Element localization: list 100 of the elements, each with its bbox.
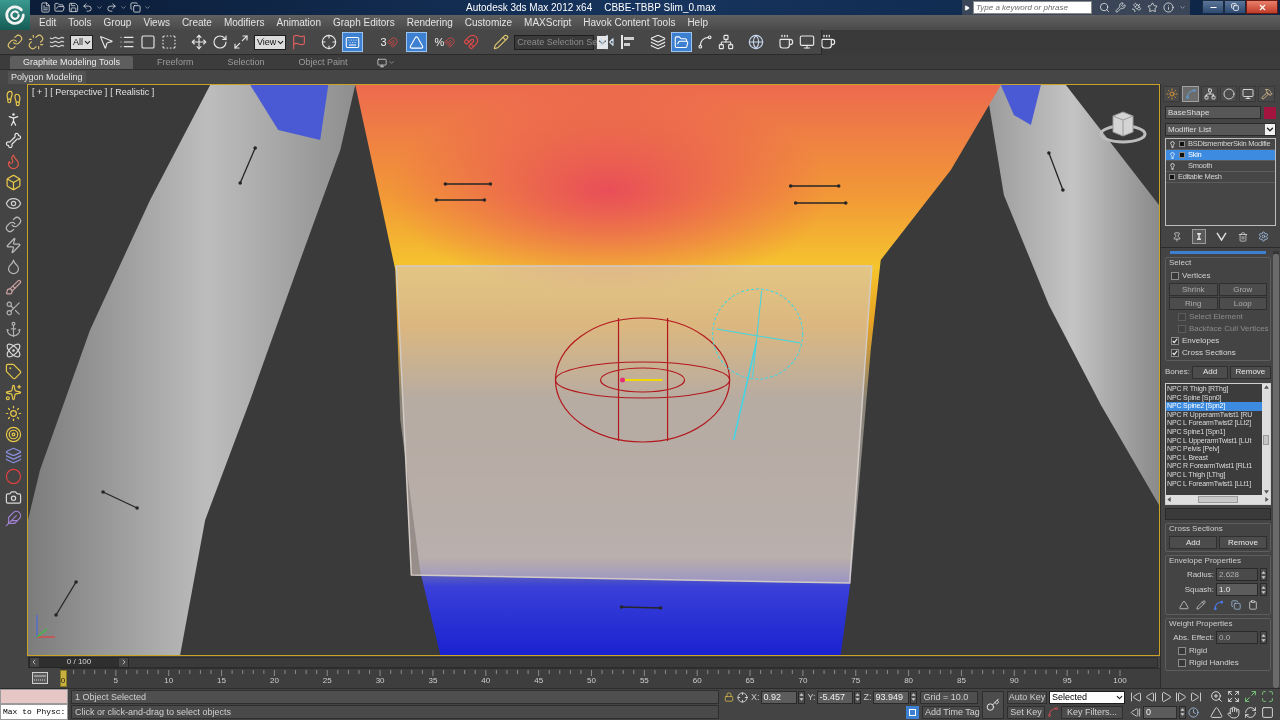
scroll-down-arrow-icon[interactable]: [1263, 490, 1269, 494]
wrench-icon[interactable]: [1115, 2, 1126, 13]
monitor-icon[interactable]: [799, 34, 816, 50]
z-coordinate-field[interactable]: 93.949: [872, 690, 909, 704]
light-bulb-icon[interactable]: [1169, 140, 1176, 148]
link-icon[interactable]: [5, 216, 22, 233]
add-cross-section-button[interactable]: Add: [1169, 536, 1217, 549]
spinner-control[interactable]: [1260, 583, 1267, 596]
triangle-icon[interactable]: [1210, 706, 1223, 719]
skip-forward-icon[interactable]: [1190, 690, 1202, 703]
atom-icon[interactable]: [5, 342, 22, 359]
checkbox[interactable]: [1178, 647, 1186, 655]
light-bulb-icon[interactable]: [1169, 162, 1176, 170]
menu-item[interactable]: Create: [175, 17, 218, 28]
bone-icon[interactable]: [5, 132, 22, 149]
rectangle-icon[interactable]: [140, 34, 156, 50]
key-button[interactable]: [982, 690, 1004, 719]
selection-filter-dropdown[interactable]: All: [70, 34, 93, 50]
skip-back-icon[interactable]: [1130, 690, 1142, 703]
scroll-left-arrow-icon[interactable]: [1167, 497, 1171, 502]
droplet-icon[interactable]: [5, 258, 22, 275]
spinner-control[interactable]: [1260, 631, 1267, 644]
menu-item[interactable]: Animation: [270, 17, 327, 28]
add-time-tag-button[interactable]: Add Time Tag: [922, 705, 980, 719]
ribbon-tab[interactable]: Graphite Modeling Tools: [10, 56, 133, 69]
command-panel-tab[interactable]: [1258, 86, 1275, 102]
viewport-point-of-view-menu[interactable]: [ Perspective ]: [50, 88, 108, 97]
v-shape-icon[interactable]: [1216, 232, 1228, 241]
time-slider-thumb[interactable]: 0 / 100: [29, 656, 129, 668]
chevron-left-icon[interactable]: [30, 658, 38, 666]
layers-icon[interactable]: [650, 34, 667, 50]
step-forward-icon[interactable]: [1175, 690, 1187, 703]
link-icon[interactable]: [7, 34, 23, 50]
tag-icon[interactable]: [5, 363, 22, 380]
satellite-icon[interactable]: [1131, 2, 1142, 13]
checkbox[interactable]: [1171, 349, 1179, 357]
undo-icon[interactable]: [82, 2, 93, 13]
list-horizontal-scrollbar[interactable]: [1166, 495, 1270, 504]
pointer-icon[interactable]: [98, 34, 114, 50]
triangle-icon[interactable]: [1178, 600, 1189, 610]
pin-icon[interactable]: [1172, 231, 1183, 242]
command-panel-tab[interactable]: [1220, 86, 1237, 102]
cube-icon[interactable]: [5, 174, 22, 191]
window-icon[interactable]: [32, 672, 48, 684]
square-icon[interactable]: [1169, 174, 1175, 180]
mirror-icon[interactable]: [599, 34, 616, 50]
menu-item[interactable]: Group: [97, 17, 138, 28]
copy-icon[interactable]: [130, 2, 141, 13]
globe-icon[interactable]: [748, 34, 765, 50]
bone-marker[interactable]: [434, 198, 487, 202]
checkbox[interactable]: [1171, 337, 1179, 345]
nodes-icon[interactable]: [718, 34, 735, 50]
spinner-control[interactable]: [1179, 705, 1186, 719]
curve-icon[interactable]: [697, 34, 714, 50]
menu-item[interactable]: Modifiers: [217, 17, 271, 28]
sparkles-icon[interactable]: [5, 384, 22, 401]
info-icon[interactable]: [1163, 2, 1174, 13]
object-color-swatch-icon[interactable]: [1264, 106, 1276, 119]
bone-marker[interactable]: [619, 605, 663, 610]
spinner-control[interactable]: [909, 690, 917, 704]
viewport-general-menu[interactable]: [ + ]: [32, 88, 48, 97]
search-field[interactable]: Type a keyword or phrase: [973, 1, 1092, 14]
rotate-icon[interactable]: [212, 34, 228, 50]
envelope-gizmo[interactable]: [554, 317, 731, 443]
checkbox[interactable]: [1178, 659, 1186, 667]
key-filters-button[interactable]: Key Filters...: [1061, 705, 1123, 719]
menu-item[interactable]: Havok Content Tools: [577, 17, 682, 28]
align-icon[interactable]: [620, 34, 637, 50]
reference-coordinate-dropdown[interactable]: View: [254, 34, 287, 50]
frame-corners-icon[interactable]: [1261, 690, 1274, 703]
command-panel-tab[interactable]: [1163, 86, 1180, 102]
caret-icon[interactable]: [120, 4, 127, 11]
camera-icon[interactable]: [5, 489, 22, 506]
spinner-control[interactable]: [853, 690, 861, 704]
brush-icon[interactable]: [5, 279, 22, 296]
pencil-icon[interactable]: [1195, 600, 1206, 610]
time-slider-track[interactable]: 0 / 100: [28, 656, 1158, 668]
footprints-icon[interactable]: [5, 90, 22, 107]
lightning-icon[interactable]: [5, 237, 22, 254]
scroll-up-arrow-icon[interactable]: [1263, 385, 1269, 389]
right-arrow-icon[interactable]: [964, 4, 970, 11]
ribbon-tab[interactable]: Freeform: [146, 56, 204, 69]
zoom-icon[interactable]: [1210, 690, 1223, 703]
anchor-icon[interactable]: [5, 321, 22, 338]
object-name-field[interactable]: BaseShape: [1165, 106, 1261, 119]
modifier-list-dropdown[interactable]: Modifier List: [1165, 123, 1276, 136]
expand-icon[interactable]: [1227, 690, 1240, 703]
eye-icon[interactable]: [5, 195, 22, 212]
list-scrollbar[interactable]: [1262, 384, 1270, 495]
bone-name-field[interactable]: [1165, 508, 1271, 520]
x-coordinate-field[interactable]: 0.92: [760, 690, 797, 704]
spinner-control[interactable]: [797, 690, 805, 704]
auto-key-button[interactable]: Auto Key: [1007, 690, 1047, 704]
squash-field[interactable]: 1.0: [1216, 583, 1258, 596]
menu-item[interactable]: Tools: [62, 17, 98, 28]
menu-item[interactable]: MAXScript: [518, 17, 578, 28]
close-button[interactable]: [1246, 0, 1278, 14]
menu-item[interactable]: Help: [681, 17, 714, 28]
play-icon[interactable]: [1160, 690, 1172, 703]
scroll-right-arrow-icon[interactable]: [1265, 497, 1269, 502]
